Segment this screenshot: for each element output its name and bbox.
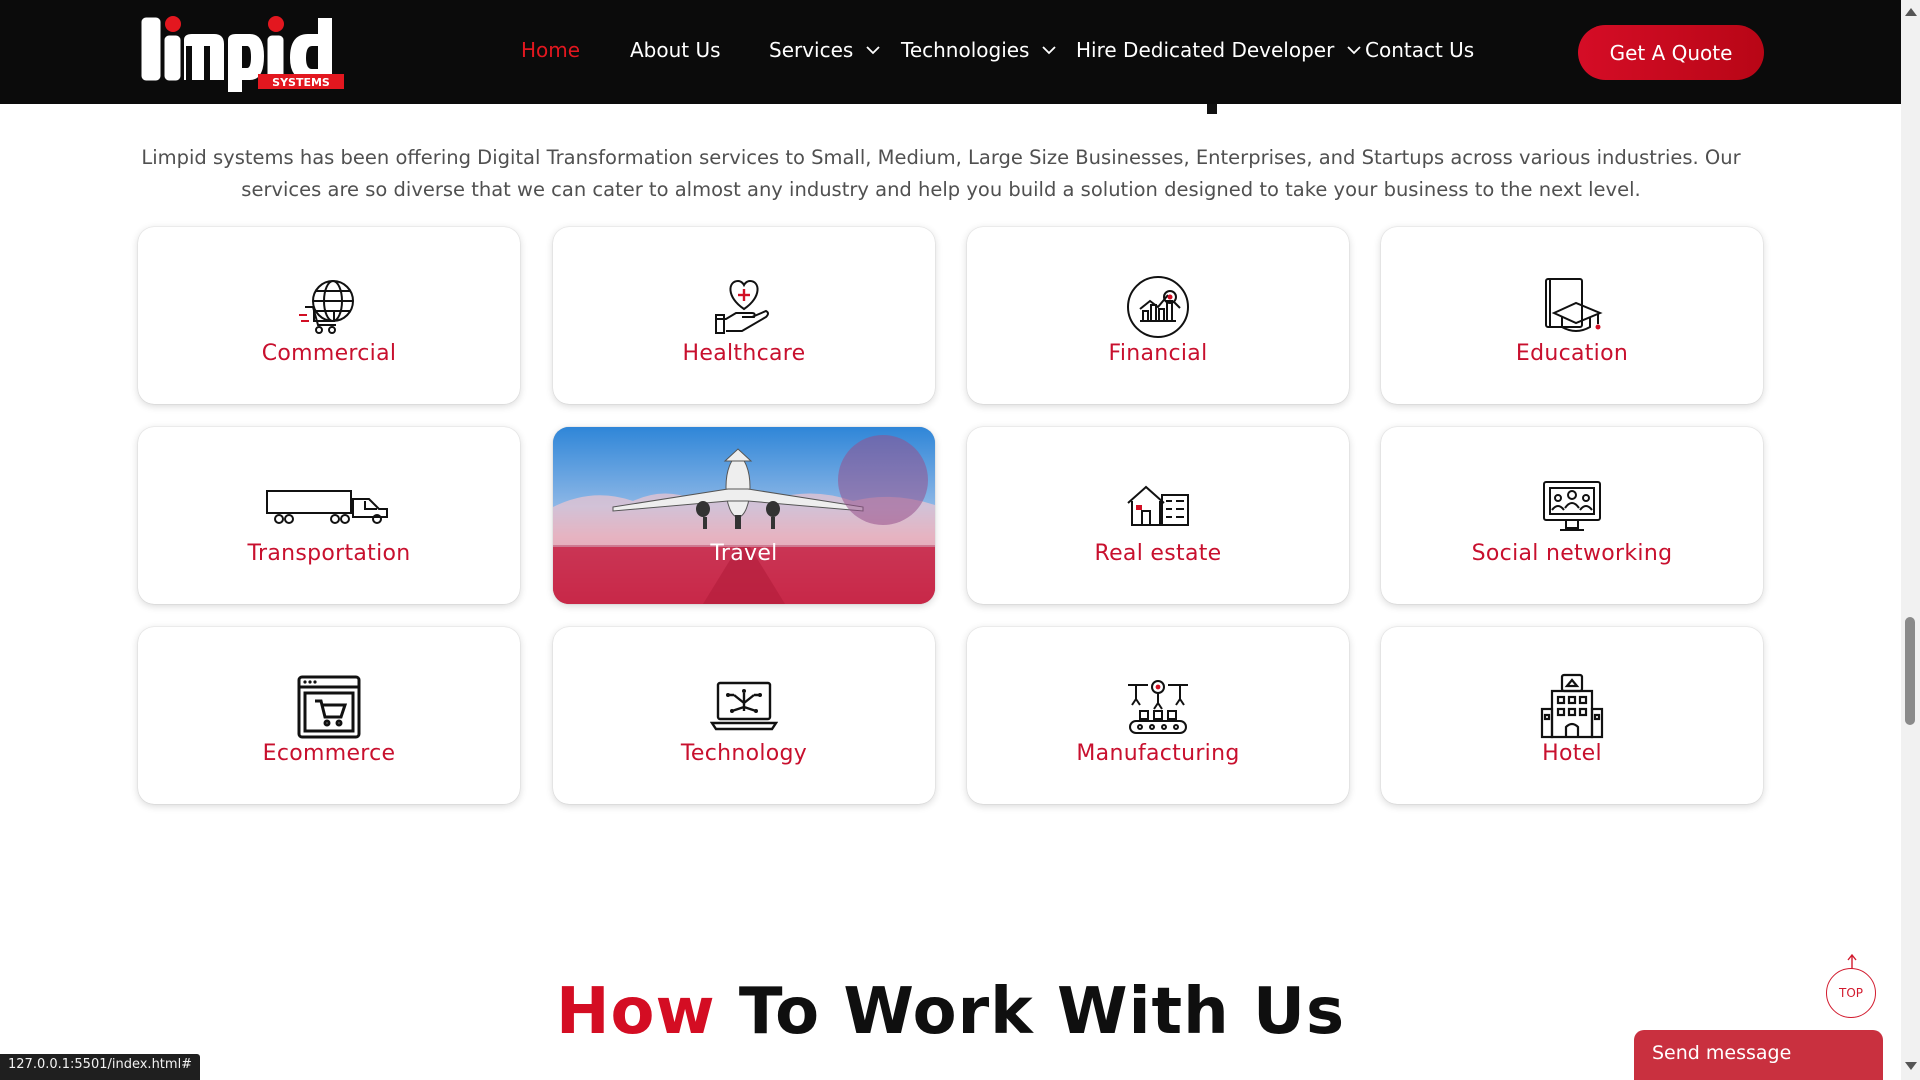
industry-card-social-networking[interactable]: Social networking [1381,427,1763,604]
industry-label: Travel [710,541,778,566]
industry-label: Manufacturing [1076,741,1240,766]
chart-magnifier-icon [1127,276,1189,338]
industry-card-ecommerce[interactable]: Ecommerce [138,627,520,804]
nav-contact-us[interactable]: Contact Us [1365,38,1474,62]
browser-cart-icon [297,675,361,739]
nav-home[interactable]: Home [521,38,580,62]
industry-card-financial[interactable]: Financial [967,227,1349,404]
chevron-down-icon[interactable] [865,42,881,58]
nav-services-label[interactable]: Services [769,38,853,62]
industry-card-transportation[interactable]: Transportation [138,427,520,604]
how-heading-rest: To Work With Us [738,975,1346,1049]
industry-card-real-estate[interactable]: Real estate [967,427,1349,604]
industry-card-technology[interactable]: Technology [553,627,935,804]
industry-label: Healthcare [682,341,806,366]
industry-label: Technology [680,741,808,766]
browser-status-url: 127.0.0.1:5501/index.html# [0,1054,201,1080]
industries-intro-text: Limpid systems has been offering Digital… [141,146,1741,201]
page: SYSTEMS Home About Us Services Technolog… [0,0,1920,1080]
house-building-icon [1127,485,1189,526]
nav-contact-label[interactable]: Contact Us [1365,38,1474,62]
chevron-down-icon[interactable] [1346,42,1362,58]
industry-label: Financial [1108,341,1208,366]
back-to-top-button[interactable]: TOP [1826,968,1876,1018]
page-scrollbar[interactable] [1901,0,1920,1080]
how-to-work-heading: How To Work With Us [0,975,1901,1049]
industry-card-travel[interactable]: Travel [553,427,935,604]
nav-about-label[interactable]: About Us [630,38,721,62]
hotel-building-icon [1540,673,1604,739]
industry-label: Social networking [1471,541,1673,566]
industry-card-education[interactable]: Education [1381,227,1763,404]
brand-tagline: SYSTEMS [272,76,330,89]
industry-label: Commercial [261,341,397,366]
chevron-down-icon[interactable] [1041,42,1057,58]
industry-label: Education [1515,341,1629,366]
nav-about-us[interactable]: About Us [630,38,721,62]
get-quote-button[interactable]: Get A Quote [1578,25,1764,80]
scroll-down-arrow-icon[interactable] [1905,1062,1917,1070]
industry-label: Real estate [1094,541,1222,566]
industry-label: Ecommerce [262,741,396,766]
industry-card-commercial[interactable]: Commercial [138,227,520,404]
industry-card-hotel[interactable]: Hotel [1381,627,1763,804]
nav-hire-developer[interactable]: Hire Dedicated Developer [1076,38,1362,62]
industry-label: Hotel [1542,741,1602,766]
book-graduation-cap-icon [1545,278,1603,332]
nav-hire-label[interactable]: Hire Dedicated Developer [1076,38,1334,62]
industry-card-healthcare[interactable]: Healthcare [553,227,935,404]
hover-bubble [838,435,928,525]
heart-hand-icon [715,279,769,334]
nav-services[interactable]: Services [769,38,881,62]
robotic-arms-conveyor-icon [1128,680,1188,734]
laptop-circuit-icon [710,681,778,731]
scrollbar-thumb[interactable] [1905,617,1915,725]
globe-cart-icon [299,280,354,334]
nav-home-label[interactable]: Home [521,38,580,62]
brand-logo[interactable]: SYSTEMS [138,12,348,92]
section-heading-fragment [1207,104,1217,114]
top-navbar: SYSTEMS Home About Us Services Technolog… [0,0,1901,104]
send-message-chat-button[interactable]: Send message [1634,1030,1883,1080]
nav-technologies[interactable]: Technologies [901,38,1057,62]
scroll-up-arrow-icon[interactable] [1905,8,1917,16]
industry-label: Transportation [247,541,411,566]
how-heading-accent: How [555,975,716,1049]
monitor-people-icon [1543,481,1601,531]
truck-icon [266,490,388,524]
industry-card-manufacturing[interactable]: Manufacturing [967,627,1349,804]
nav-technologies-label[interactable]: Technologies [901,38,1029,62]
